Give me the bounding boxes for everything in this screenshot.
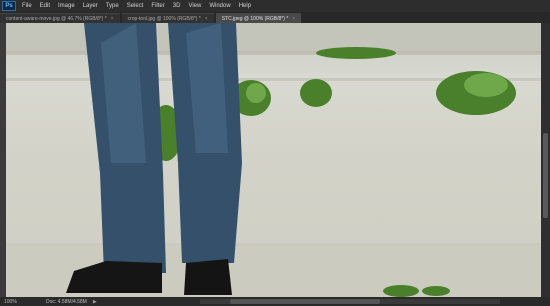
- document-canvas[interactable]: [6, 23, 541, 297]
- right-shoe: [184, 259, 232, 295]
- menu-edit[interactable]: Edit: [40, 3, 50, 9]
- tab-label: STC.jpeg @ 100% (RGB/8*) *: [221, 15, 289, 22]
- document-tab-bar: content-aware-move.jpg @ 46.7% (RGB/8*) …: [0, 12, 550, 23]
- status-menu-arrow-icon[interactable]: ▶: [93, 299, 97, 305]
- menu-filter[interactable]: Filter: [151, 3, 164, 9]
- horizontal-scrollbar[interactable]: [200, 299, 500, 304]
- status-bar: 100% Doc: 4.58M/4.58M ▶: [0, 297, 550, 306]
- close-icon[interactable]: ×: [111, 16, 114, 22]
- tab-label: crop-tool.jpg @ 100% (RGB/8*) *: [127, 15, 201, 22]
- vertical-scroll-thumb[interactable]: [543, 133, 548, 218]
- tab-content-aware-move[interactable]: content-aware-move.jpg @ 46.7% (RGB/8*) …: [0, 13, 120, 23]
- menu-file[interactable]: File: [22, 3, 32, 9]
- menu-3d[interactable]: 3D: [173, 3, 181, 9]
- tab-stc[interactable]: STC.jpeg @ 100% (RGB/8*) * ×: [215, 13, 302, 23]
- tab-label: content-aware-move.jpg @ 46.7% (RGB/8*) …: [6, 15, 107, 22]
- menu-type[interactable]: Type: [106, 3, 119, 9]
- close-icon[interactable]: ×: [205, 16, 208, 22]
- menu-layer[interactable]: Layer: [83, 3, 98, 9]
- menu-help[interactable]: Help: [239, 3, 251, 9]
- menu-image[interactable]: Image: [58, 3, 75, 9]
- vertical-scrollbar[interactable]: [541, 23, 550, 297]
- menu-window[interactable]: Window: [209, 3, 230, 9]
- menu-view[interactable]: View: [188, 3, 201, 9]
- close-icon[interactable]: ×: [292, 16, 295, 22]
- tab-crop-tool[interactable]: crop-tool.jpg @ 100% (RGB/8*) * ×: [121, 13, 214, 23]
- menu-select[interactable]: Select: [127, 3, 144, 9]
- zoom-level[interactable]: 100%: [4, 299, 26, 305]
- photoshop-logo-icon: Ps: [2, 1, 16, 11]
- document-size-info: Doc: 4.58M/4.58M: [46, 298, 87, 305]
- horizontal-scroll-thumb[interactable]: [230, 299, 380, 304]
- menu-bar: Ps File Edit Image Layer Type Select Fil…: [0, 0, 550, 12]
- photo-image: [6, 23, 541, 297]
